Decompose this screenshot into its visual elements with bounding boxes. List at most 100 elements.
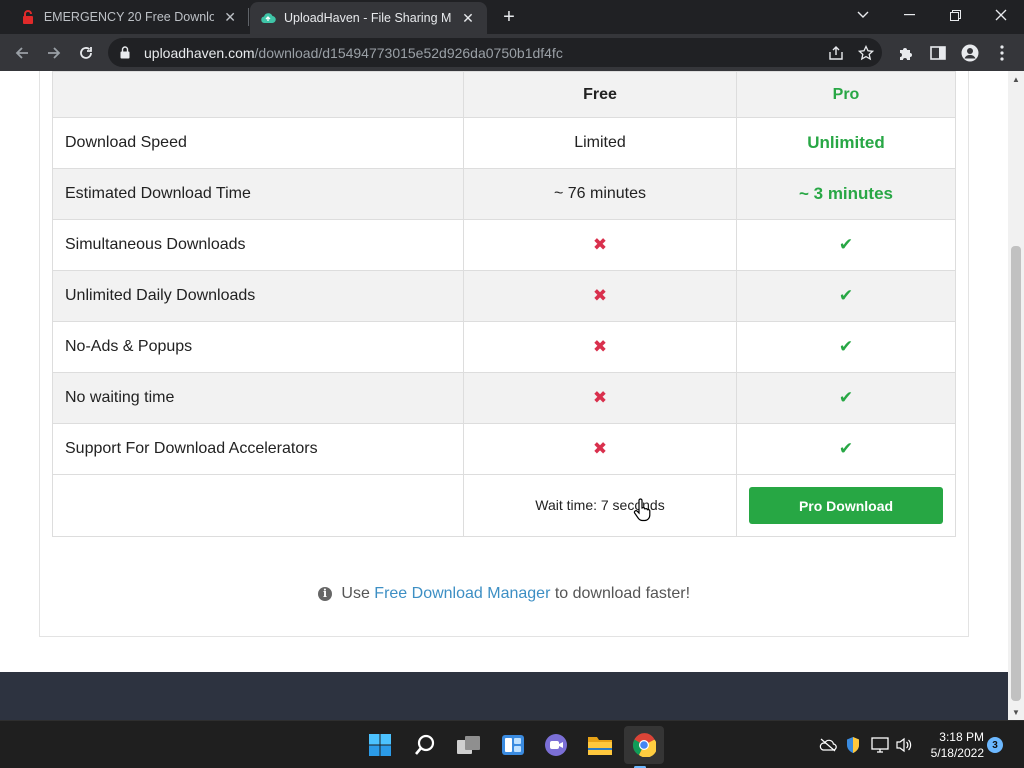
header-free: Free (463, 71, 737, 118)
feature-label: No-Ads & Popups (52, 321, 464, 373)
widgets-icon[interactable] (497, 729, 529, 761)
pro-download-button[interactable]: Pro Download (749, 487, 943, 524)
plan-comparison-table: Free Pro Download Speed Limited Unlimite… (52, 71, 956, 537)
close-tab-icon[interactable]: ✕ (460, 10, 476, 26)
chrome-icon[interactable] (624, 726, 664, 768)
tab-title: EMERGENCY 20 Free Download ( (43, 10, 215, 24)
browser-menu-icon[interactable] (988, 39, 1016, 67)
pro-value: ~ 3 minutes (736, 168, 956, 220)
free-value: ~ 76 minutes (463, 168, 737, 220)
table-row: Support For Download Accelerators ✖ ✔ (52, 423, 956, 475)
page-viewport: Free Pro Download Speed Limited Unlimite… (0, 71, 1008, 720)
free-cell: ✖ (463, 423, 737, 475)
file-explorer-icon[interactable] (584, 729, 616, 761)
header-empty-cell (52, 71, 464, 118)
network-icon[interactable] (870, 735, 890, 755)
side-panel-icon[interactable] (924, 39, 952, 67)
fdm-promo: i Use Free Download Manager to download … (0, 585, 1008, 603)
security-shield-icon[interactable] (843, 735, 863, 755)
table-row: No-Ads & Popups ✖ ✔ (52, 321, 956, 373)
feature-label: Estimated Download Time (52, 168, 464, 220)
profile-avatar-icon[interactable] (956, 39, 984, 67)
cross-icon: ✖ (592, 439, 608, 458)
fdm-suffix: to download faster! (554, 585, 691, 602)
tab-search-icon[interactable] (840, 0, 886, 30)
info-circle-icon: i (317, 586, 332, 601)
free-value: Limited (463, 117, 737, 169)
hand-cursor-icon (633, 498, 651, 522)
fdm-link[interactable]: Free Download Manager (374, 585, 550, 602)
windows-start-icon[interactable] (364, 729, 396, 761)
fdm-prefix: Use (341, 585, 370, 602)
lock-icon[interactable] (120, 46, 134, 59)
pro-value: Unlimited (736, 117, 956, 169)
close-tab-icon[interactable]: ✕ (222, 9, 238, 25)
new-tab-button[interactable]: + (496, 5, 522, 29)
extensions-puzzle-icon[interactable] (892, 39, 920, 67)
table-row: Download Speed Limited Unlimited (52, 117, 956, 169)
red-lock-icon (20, 9, 36, 25)
check-icon: ✔ (838, 388, 854, 407)
tab-separator (248, 8, 249, 26)
pro-cell: ✔ (736, 219, 956, 271)
address-bar[interactable]: uploadhaven.com/download/d15494773015e52… (108, 38, 882, 67)
feature-label: No waiting time (52, 372, 464, 424)
cross-icon: ✖ (592, 286, 608, 305)
tab-uploadhaven[interactable]: UploadHaven - File Sharing Mad ✕ (250, 2, 487, 34)
teams-chat-icon[interactable] (540, 729, 572, 761)
search-icon[interactable] (409, 729, 441, 761)
back-button[interactable] (8, 39, 36, 67)
share-icon[interactable] (822, 38, 850, 67)
table-row: Unlimited Daily Downloads ✖ ✔ (52, 270, 956, 322)
pro-cell: ✔ (736, 423, 956, 475)
pro-cell: ✔ (736, 270, 956, 322)
feature-label: Support For Download Accelerators (52, 423, 464, 475)
browser-toolbar: uploadhaven.com/download/d15494773015e52… (0, 34, 1024, 71)
pro-cell: ✔ (736, 372, 956, 424)
table-action-row: Wait time: 7 seconds Pro Download (52, 474, 956, 537)
taskbar-clock[interactable]: 3:18 PM 5/18/2022 (918, 729, 984, 761)
tab-emergency[interactable]: EMERGENCY 20 Free Download ( ✕ (0, 0, 248, 34)
table-row: Estimated Download Time ~ 76 minutes ~ 3… (52, 168, 956, 220)
pro-action-cell: Pro Download (736, 474, 956, 537)
free-cell: ✖ (463, 372, 737, 424)
table-row: Simultaneous Downloads ✖ ✔ (52, 219, 956, 271)
cross-icon: ✖ (592, 235, 608, 254)
forward-button[interactable] (40, 39, 68, 67)
clock-time: 3:18 PM (939, 730, 984, 744)
url-path: /download/d15494773015e52d926da0750b1df4… (254, 44, 563, 61)
windows-taskbar: 3:18 PM 5/18/2022 3 (0, 720, 1024, 768)
check-icon: ✔ (838, 439, 854, 458)
check-icon: ✔ (838, 235, 854, 254)
free-cell: ✖ (463, 321, 737, 373)
bookmark-star-icon[interactable] (852, 38, 880, 67)
page-footer (0, 672, 1008, 720)
reload-button[interactable] (72, 39, 100, 67)
close-window-button[interactable] (978, 0, 1024, 30)
restore-button[interactable] (932, 0, 978, 30)
cross-icon: ✖ (592, 388, 608, 407)
page-scrollbar[interactable]: ▲ ▼ (1008, 71, 1024, 720)
volume-icon[interactable] (894, 735, 914, 755)
scroll-up-arrow-icon[interactable]: ▲ (1008, 71, 1024, 87)
pro-cell: ✔ (736, 321, 956, 373)
scrollbar-thumb[interactable] (1011, 246, 1021, 701)
tab-strip: EMERGENCY 20 Free Download ( ✕ UploadHav… (0, 0, 1024, 34)
url-host: uploadhaven.com (144, 44, 255, 61)
notification-badge[interactable]: 3 (987, 737, 1003, 753)
feature-label: Unlimited Daily Downloads (52, 270, 464, 322)
task-view-icon[interactable] (453, 729, 485, 761)
header-pro: Pro (736, 71, 956, 118)
scroll-down-arrow-icon[interactable]: ▼ (1008, 704, 1024, 720)
wait-cell: Wait time: 7 seconds (463, 474, 737, 537)
free-cell: ✖ (463, 270, 737, 322)
feature-label: Download Speed (52, 117, 464, 169)
table-row: No waiting time ✖ ✔ (52, 372, 956, 424)
free-cell: ✖ (463, 219, 737, 271)
clock-date: 5/18/2022 (930, 746, 984, 760)
minimize-button[interactable] (886, 0, 932, 30)
tab-title: UploadHaven - File Sharing Mad (284, 11, 452, 25)
onedrive-icon[interactable] (818, 735, 838, 755)
check-icon: ✔ (838, 337, 854, 356)
table-header-row: Free Pro (52, 71, 956, 118)
